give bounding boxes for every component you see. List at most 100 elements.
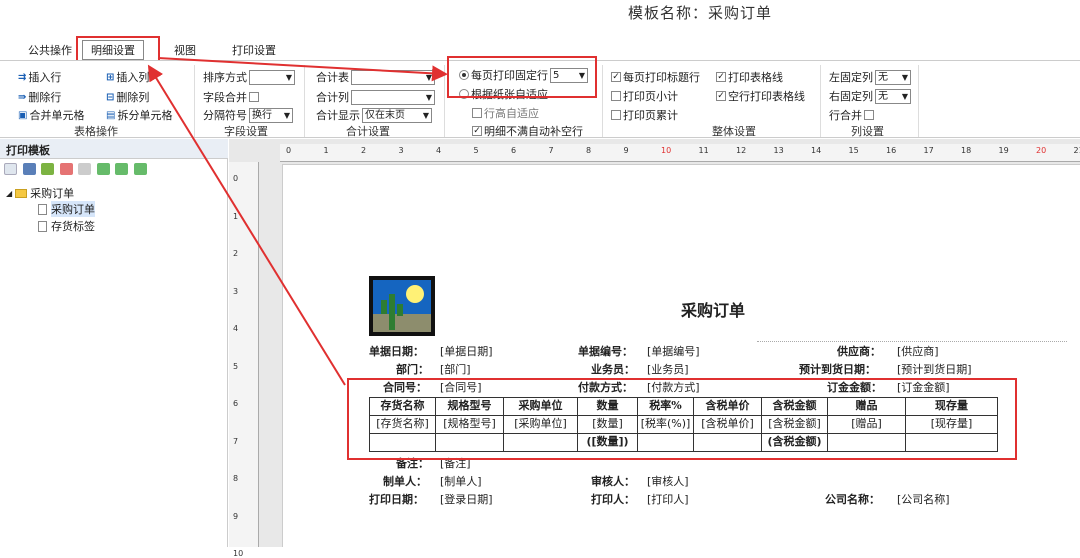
save-icon[interactable] xyxy=(23,163,36,175)
label-company[interactable]: 公司名称： xyxy=(825,491,880,507)
field-creator[interactable]: [制单人] xyxy=(440,473,482,489)
split-cell-button[interactable]: ▤拆分单元格 xyxy=(106,107,172,123)
row-merge-field[interactable]: 行合并 xyxy=(829,107,874,123)
total-table-field[interactable]: 合计表 xyxy=(316,69,435,85)
right-fixed-field[interactable]: 右固定列无 xyxy=(829,88,911,104)
field-merge-checkbox[interactable] xyxy=(249,92,259,102)
highlight-fixed-row-box xyxy=(447,56,597,98)
field-company[interactable]: [公司名称] xyxy=(897,491,950,507)
ruler-tick: 7 xyxy=(549,146,554,155)
label-expected-date[interactable]: 预计到货日期： xyxy=(799,361,876,377)
ruler-tick: 6 xyxy=(233,399,238,408)
delete-col-button[interactable]: ⊟删除列 xyxy=(106,89,149,105)
delete-row-button[interactable]: ⇛删除行 xyxy=(18,89,61,105)
page-cumulative-option[interactable]: 打印页累计 xyxy=(611,107,678,123)
field-merge-field[interactable]: 字段合并 xyxy=(203,89,259,105)
ruler-tick: 12 xyxy=(736,146,746,155)
total-col-select[interactable] xyxy=(351,90,435,105)
page-cumulative-checkbox[interactable] xyxy=(611,110,621,120)
export-icon[interactable] xyxy=(115,163,128,175)
field-print-date[interactable]: [登录日期] xyxy=(440,491,493,507)
new-icon[interactable] xyxy=(4,163,17,175)
ruler-tick: 5 xyxy=(474,146,479,155)
collapse-icon[interactable]: ◢ xyxy=(6,189,12,198)
field-supplier[interactable]: [供应商] xyxy=(897,343,939,359)
right-fixed-select[interactable]: 无 xyxy=(875,89,911,104)
ruler-tick: 4 xyxy=(436,146,441,155)
page-subtotal-checkbox[interactable] xyxy=(611,91,621,101)
delete-icon[interactable] xyxy=(60,163,73,175)
field-salesperson[interactable]: [业务员] xyxy=(647,361,689,377)
tab-print-settings[interactable]: 打印设置 xyxy=(232,42,276,58)
field-doc-no[interactable]: [单据编号] xyxy=(647,343,700,359)
template-panel: 打印模板 ◢ 采购订单 采购订单 存货标签 xyxy=(0,139,228,547)
copy-icon[interactable] xyxy=(41,163,54,175)
separator-field[interactable]: 分隔符号换行 xyxy=(203,107,293,123)
detail-fill-checkbox[interactable]: ✓ xyxy=(472,126,482,136)
blank-row-line-checkbox[interactable]: ✓ xyxy=(716,91,726,101)
logo-image[interactable] xyxy=(369,276,435,336)
blank-row-line-option[interactable]: ✓空行打印表格线 xyxy=(716,88,805,104)
tree-item-stock-label[interactable]: 存货标签 xyxy=(38,218,95,234)
field-printer[interactable]: [打印人] xyxy=(647,491,689,507)
detail-fill-option[interactable]: ✓明细不满自动补空行 xyxy=(472,123,583,139)
tree-item-purchase-order[interactable]: 采购订单 xyxy=(38,201,95,217)
tab-view[interactable]: 视图 xyxy=(174,42,196,58)
merge-cell-button[interactable]: ▣合并单元格 xyxy=(18,107,84,123)
total-col-field[interactable]: 合计列 xyxy=(316,89,435,105)
tree-root[interactable]: ◢ 采购订单 xyxy=(6,185,74,201)
delete-row-icon: ⇛ xyxy=(18,92,26,103)
insert-col-button[interactable]: ⊞插入列 xyxy=(106,69,149,85)
print-title-row-option[interactable]: ✓每页打印标题行 xyxy=(611,69,700,85)
left-fixed-select[interactable]: 无 xyxy=(875,70,911,85)
divider xyxy=(444,65,445,137)
divider xyxy=(757,341,1067,342)
sort-mode-select[interactable] xyxy=(249,70,295,85)
ruler-tick: 0 xyxy=(286,146,291,155)
label-printer[interactable]: 打印人： xyxy=(591,491,635,507)
insert-row-button[interactable]: ⇉插入行 xyxy=(18,69,61,85)
print-title-row-checkbox[interactable]: ✓ xyxy=(611,72,621,82)
field-expected-date[interactable]: [预计到货日期] xyxy=(897,361,972,377)
label-creator[interactable]: 制单人： xyxy=(383,473,427,489)
divider xyxy=(194,65,195,137)
doc-title[interactable]: 采购订单 xyxy=(681,297,745,321)
ruler-tick: 13 xyxy=(774,146,784,155)
field-department[interactable]: [部门] xyxy=(440,361,471,377)
print-table-line-checkbox[interactable]: ✓ xyxy=(716,72,726,82)
label-department[interactable]: 部门： xyxy=(396,361,429,377)
refresh-icon[interactable] xyxy=(134,163,147,175)
document-icon xyxy=(38,221,47,232)
tab-common-ops[interactable]: 公共操作 xyxy=(28,42,72,58)
total-show-select[interactable]: 仅在末页 xyxy=(362,108,432,123)
separator-select[interactable]: 换行 xyxy=(249,108,293,123)
sort-mode-field[interactable]: 排序方式 xyxy=(203,69,295,85)
total-show-field[interactable]: 合计显示仅在末页 xyxy=(316,107,432,123)
row-height-adapt-option[interactable]: 行高自适应 xyxy=(472,105,539,121)
ruler-tick: 8 xyxy=(586,146,591,155)
label-salesperson[interactable]: 业务员： xyxy=(591,361,635,377)
label-doc-no[interactable]: 单据编号： xyxy=(578,343,633,359)
import-icon[interactable] xyxy=(97,163,110,175)
page-subtotal-option[interactable]: 打印页小计 xyxy=(611,88,678,104)
left-fixed-field[interactable]: 左固定列无 xyxy=(829,69,911,85)
total-table-select[interactable] xyxy=(351,70,435,85)
label-supplier[interactable]: 供应商： xyxy=(837,343,881,359)
ruler-tick: 15 xyxy=(849,146,859,155)
insert-col-icon: ⊞ xyxy=(106,72,114,83)
ruler-tick: 16 xyxy=(886,146,896,155)
row-height-adapt-checkbox[interactable] xyxy=(472,108,482,118)
ruler-tick: 5 xyxy=(233,362,238,371)
group-title-field-settings: 字段设置 xyxy=(224,123,268,139)
group-title-table-ops: 表格操作 xyxy=(74,123,118,139)
label-print-date[interactable]: 打印日期： xyxy=(369,491,424,507)
print-table-line-option[interactable]: ✓打印表格线 xyxy=(716,69,783,85)
label-doc-date[interactable]: 单据日期： xyxy=(369,343,424,359)
label-auditor[interactable]: 审核人： xyxy=(591,473,635,489)
ruler-tick: 9 xyxy=(624,146,629,155)
field-doc-date[interactable]: [单据日期] xyxy=(440,343,493,359)
remove-icon[interactable] xyxy=(78,163,91,175)
ruler-tick: 1 xyxy=(324,146,329,155)
row-merge-checkbox[interactable] xyxy=(864,110,874,120)
field-auditor[interactable]: [审核人] xyxy=(647,473,689,489)
